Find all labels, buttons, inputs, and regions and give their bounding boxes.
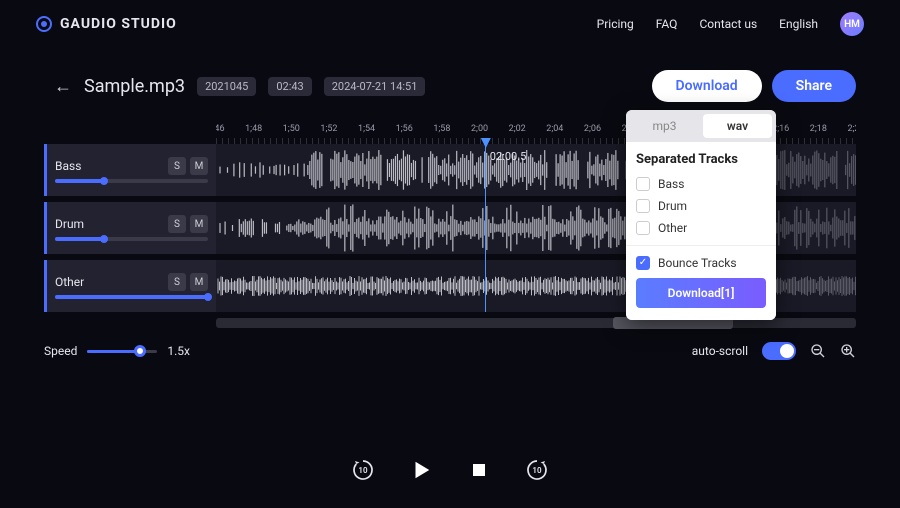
brand-mark-icon (36, 16, 52, 32)
track-title: Drum (55, 217, 84, 231)
mute-button[interactable]: M (190, 157, 208, 175)
brand: GAUDIO STUDIO (36, 16, 177, 32)
popover-item-other[interactable]: Other (636, 217, 766, 239)
playhead[interactable]: 02:00.5 (485, 144, 486, 312)
speed-value: 1.5x (167, 344, 190, 358)
ruler-label: 2;20 (847, 124, 856, 134)
stop-icon[interactable] (467, 458, 491, 482)
autoscroll-toggle[interactable] (762, 342, 796, 360)
volume-fill (55, 237, 104, 241)
ruler-label: 1;50 (283, 124, 300, 134)
checkbox-other-icon[interactable] (636, 221, 650, 235)
skip-back-icon[interactable]: 10 (351, 458, 375, 482)
track-head-other: Other S M (44, 260, 216, 312)
ruler-label: 1;56 (396, 124, 413, 134)
avatar[interactable]: HM (840, 12, 864, 36)
ruler-label: 2;04 (546, 124, 563, 134)
popover-title: Separated Tracks (636, 152, 766, 167)
speed-slider[interactable] (87, 350, 157, 353)
mute-button[interactable]: M (190, 273, 208, 291)
popover-item-label: Other (658, 221, 687, 235)
ruler-label: 1;46 (216, 124, 225, 134)
track-title: Bass (55, 159, 81, 173)
checkbox-bass-icon[interactable] (636, 177, 650, 191)
track-head-drum: Drum S M (44, 202, 216, 254)
ruler-label: 2;00 (471, 124, 488, 134)
file-created-pill: 2024-07-21 14:51 (324, 77, 426, 96)
nav-pricing[interactable]: Pricing (597, 17, 634, 31)
ruler-label: 2;06 (584, 124, 601, 134)
track-head-bass: Bass S M (44, 144, 216, 196)
popover-item-bass[interactable]: Bass (636, 173, 766, 195)
popover-download-button[interactable]: Download[1] (636, 278, 766, 308)
track-title: Other (55, 275, 84, 289)
ruler-label: 1;52 (320, 124, 337, 134)
volume-slider[interactable] (55, 295, 208, 299)
share-button[interactable]: Share (772, 70, 856, 102)
popover-divider (626, 245, 776, 246)
top-nav: GAUDIO STUDIO Pricing FAQ Contact us Eng… (0, 0, 900, 48)
ruler-label: 1;58 (433, 124, 450, 134)
speed-slider-fill (87, 350, 140, 353)
autoscroll-label: auto-scroll (692, 344, 748, 358)
bottom-controls: Speed 1.5x auto-scroll (0, 328, 900, 360)
file-id-pill: 2021045 (197, 77, 256, 96)
popover-item-drum[interactable]: Drum (636, 195, 766, 217)
speed-slider-knob[interactable] (134, 345, 146, 357)
popover-item-label: Bass (658, 177, 684, 191)
ruler-label: 2;02 (509, 124, 526, 134)
file-duration-pill: 02:43 (268, 77, 311, 96)
format-tab-mp3[interactable]: mp3 (630, 114, 699, 138)
volume-fill (55, 295, 208, 299)
volume-fill (55, 179, 104, 183)
volume-slider[interactable] (55, 237, 208, 241)
popover-item-label: Bounce Tracks (658, 256, 737, 270)
nav-links: Pricing FAQ Contact us English HM (597, 12, 864, 36)
back-arrow-icon[interactable]: ← (54, 76, 72, 97)
popover-item-label: Drum (658, 199, 687, 213)
checkbox-drum-icon[interactable] (636, 199, 650, 213)
brand-text: GAUDIO STUDIO (60, 16, 177, 32)
file-name: Sample.mp3 (84, 76, 185, 97)
file-header: ← Sample.mp3 2021045 02:43 2024-07-21 14… (0, 48, 900, 120)
download-button[interactable]: Download (652, 70, 762, 102)
ruler-label: 1;48 (245, 124, 262, 134)
checkbox-bounce-icon[interactable] (636, 256, 650, 270)
mute-button[interactable]: M (190, 215, 208, 233)
skip-forward-icon[interactable]: 10 (525, 458, 549, 482)
nav-faq[interactable]: FAQ (656, 17, 678, 31)
zoom-in-icon[interactable] (840, 343, 856, 359)
popover-item-bounce[interactable]: Bounce Tracks (636, 252, 766, 274)
solo-button[interactable]: S (168, 215, 186, 233)
zoom-out-icon[interactable] (810, 343, 826, 359)
nav-contact[interactable]: Contact us (699, 17, 757, 31)
skip-seconds: 10 (525, 458, 549, 482)
solo-button[interactable]: S (168, 273, 186, 291)
download-popover: mp3 wav Separated Tracks Bass Drum Other (626, 110, 776, 320)
transport-controls: 10 10 (351, 458, 549, 482)
ruler-label: 1;54 (358, 124, 375, 134)
volume-slider[interactable] (55, 179, 208, 183)
play-icon[interactable] (409, 458, 433, 482)
playhead-time: 02:00.5 (490, 150, 526, 163)
skip-seconds: 10 (351, 458, 375, 482)
format-tab-wav[interactable]: wav (703, 114, 772, 138)
solo-button[interactable]: S (168, 157, 186, 175)
speed-label: Speed (44, 344, 77, 358)
nav-language[interactable]: English (779, 17, 818, 31)
ruler-label: 2;18 (810, 124, 827, 134)
